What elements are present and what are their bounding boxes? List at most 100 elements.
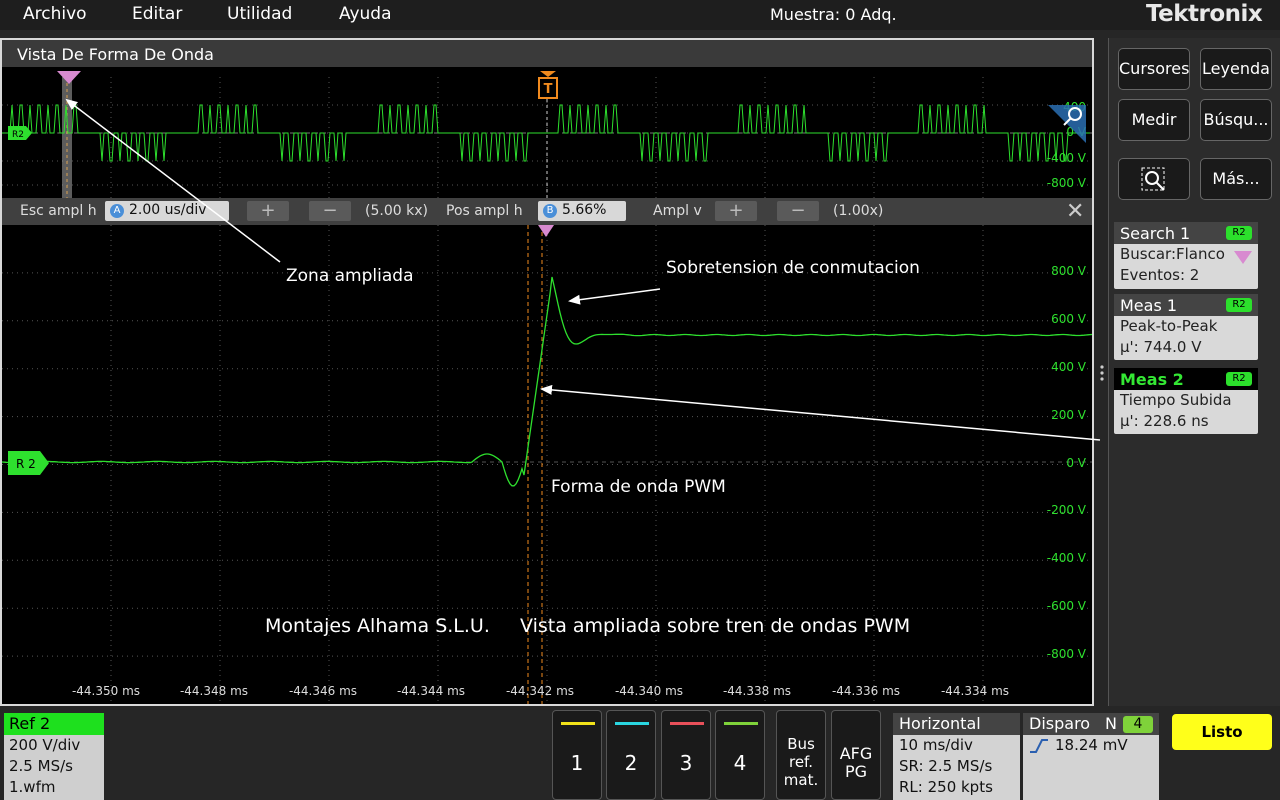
zoom-center-marker-icon: [538, 225, 554, 237]
zoomed-volt-label: 400 V: [1051, 360, 1087, 374]
channel-1-button[interactable]: 1: [552, 710, 602, 800]
meas2-type: Tiempo Subida: [1120, 391, 1232, 409]
channel-1-color: [561, 722, 595, 725]
disparo-mode: N: [1105, 714, 1117, 733]
zoomed-time-label: -44.348 ms: [180, 684, 248, 698]
ref2-marker-label: R 2: [16, 457, 36, 471]
zoomed-time-label: -44.342 ms: [506, 684, 574, 698]
zoomed-time-label: -44.350 ms: [72, 684, 140, 698]
oscilloscope-app: Archivo Editar Utilidad Ayuda Muestra: 0…: [0, 0, 1280, 800]
zoom-button[interactable]: [1118, 158, 1190, 200]
waveform-view: Vista De Forma De Onda T R2 -40 ms-30 ms…: [0, 38, 1094, 706]
channel-4-label: 4: [733, 751, 747, 775]
zoom-hscale-value[interactable]: A 2.00 us/div: [105, 201, 229, 221]
menu-editar[interactable]: Editar: [132, 4, 182, 24]
cursores-button[interactable]: Cursores: [1118, 48, 1190, 90]
zoom-hpos-label: Pos ampl h: [446, 203, 523, 219]
rising-edge-icon: [1030, 739, 1048, 753]
zoom-vampl-plus-button[interactable]: +: [715, 201, 757, 221]
zoomed-volt-label: 0 V: [1066, 456, 1086, 470]
acquisition-status: Muestra: 0 Adq.: [770, 5, 897, 24]
disparo-title: Disparo: [1029, 714, 1091, 733]
zoom-hscale-plus-button[interactable]: +: [247, 201, 289, 221]
channel-2-button[interactable]: 2: [606, 710, 656, 800]
bus-ref-math-button[interactable]: Bus ref. mat.: [776, 710, 826, 800]
trigger-marker-label: T: [544, 82, 553, 97]
waveform-view-titlebar: Vista De Forma De Onda: [2, 40, 1092, 67]
overview-volt-label: -800 V: [1047, 176, 1087, 190]
zoom-vampl-minus-button[interactable]: −: [777, 201, 819, 221]
meas1-badge[interactable]: Meas 1 R2 Peak-to-Peak μ': 744.0 V: [1114, 294, 1258, 360]
zoomed-volt-label: 200 V: [1051, 408, 1087, 422]
panel-grip-icon[interactable]: [1099, 364, 1105, 382]
zoom-box-icon: [1141, 167, 1165, 191]
ref2-badge[interactable]: Ref 2 200 V/div 2.5 MS/s 1.wfm: [4, 713, 104, 800]
zoom-vampl-factor: (1.00x): [833, 203, 884, 219]
channel-1-label: 1: [570, 751, 584, 775]
meas1-tag: R2: [1226, 298, 1252, 312]
meas2-badge[interactable]: Meas 2 R2 Tiempo Subida μ': 228.6 ns: [1114, 368, 1258, 434]
run-status-button[interactable]: Listo: [1172, 714, 1272, 750]
menu-utilidad[interactable]: Utilidad: [227, 4, 292, 24]
zoomed-volt-label: -800 V: [1047, 647, 1087, 661]
search1-events: Eventos: 2: [1120, 266, 1200, 284]
disparo-source: 4: [1123, 716, 1153, 733]
horizontal-title: Horizontal: [893, 713, 1020, 735]
mas-button[interactable]: Más...: [1200, 158, 1272, 200]
disparo-badge[interactable]: Disparo N 4 18.24 mV: [1023, 713, 1159, 800]
waveform-view-title: Vista De Forma De Onda: [17, 45, 214, 64]
search1-badge[interactable]: Search 1 R2 Buscar:Flanco Eventos: 2: [1114, 222, 1258, 289]
ref2-title: Ref 2: [4, 713, 104, 735]
zoomed-plot[interactable]: R 2 800 V 600 V 400 V 200 V 0 V -200 V -400 V -…: [1, 225, 1093, 704]
menu-archivo[interactable]: Archivo: [23, 4, 87, 24]
zoom-close-icon[interactable]: ✕: [1066, 199, 1084, 224]
zoomed-time-labels: -44.350 ms -44.348 ms -44.346 ms -44.344 ms…: [72, 684, 1009, 698]
ref2-file: 1.wfm: [9, 778, 56, 796]
zoom-control-bar: Esc ampl h A 2.00 us/div + − (5.00 kx) P…: [2, 198, 1092, 225]
zoomed-grid: [2, 225, 1092, 704]
busqueda-button[interactable]: Búsqu...: [1200, 99, 1272, 141]
medir-button[interactable]: Medir: [1118, 99, 1190, 141]
menu-bar: Archivo Editar Utilidad Ayuda Muestra: 0…: [0, 0, 1280, 30]
leyenda-button[interactable]: Leyenda: [1200, 48, 1272, 90]
meas1-type: Peak-to-Peak: [1120, 317, 1218, 335]
trigger-marker-top-icon: [540, 71, 556, 77]
meas1-value: μ': 744.0 V: [1120, 338, 1202, 356]
afg-pg-button[interactable]: AFG PG: [831, 710, 881, 800]
disparo-level: 18.24 mV: [1055, 736, 1128, 754]
overview-volt-label: -400 V: [1047, 151, 1087, 165]
zoomed-volt-label: -200 V: [1047, 503, 1087, 517]
channel-4-button[interactable]: 4: [715, 710, 765, 800]
zoom-hscale-text: 2.00 us/div: [129, 202, 207, 218]
horizontal-badge[interactable]: Horizontal 10 ms/div SR: 2.5 MS/s RL: 25…: [893, 713, 1020, 800]
meas2-tag: R2: [1226, 372, 1252, 386]
zoomed-time-label: -44.334 ms: [941, 684, 1009, 698]
horizontal-recordlength: RL: 250 kpts: [899, 778, 993, 796]
bottom-bar: Ref 2 200 V/div 2.5 MS/s 1.wfm 1 2 3 4 B…: [0, 706, 1280, 800]
zoomed-time-label: -44.340 ms: [615, 684, 683, 698]
ref2-samplerate: 2.5 MS/s: [9, 757, 73, 775]
zoom-vampl-label: Ampl v: [653, 203, 702, 219]
zoomed-waveform: [1, 276, 1093, 487]
zoomed-volt-label: 600 V: [1051, 312, 1087, 326]
disparo-header: Disparo N 4: [1023, 713, 1159, 735]
meas2-value: μ': 228.6 ns: [1120, 412, 1209, 430]
channel-3-button[interactable]: 3: [661, 710, 711, 800]
zoom-hpos-value[interactable]: B 5.66%: [538, 201, 626, 221]
horizontal-samplerate: SR: 2.5 MS/s: [899, 757, 993, 775]
overview-plot[interactable]: T R2 -40 ms-30 ms-20 ms-10 ms0 s10 ms20 …: [2, 67, 1092, 222]
zoomed-plot-svg: R 2 800 V 600 V 400 V 200 V 0 V -200 V -400 V -…: [1, 225, 1093, 704]
zoomed-time-label: -44.344 ms: [397, 684, 465, 698]
channel-3-color: [670, 722, 704, 725]
menu-ayuda[interactable]: Ayuda: [339, 4, 392, 24]
zoomed-volt-label: -600 V: [1047, 599, 1087, 613]
ref2-vdiv: 200 V/div: [9, 736, 81, 754]
channel-2-color: [615, 722, 649, 725]
zoom-hscale-minus-button[interactable]: −: [309, 201, 351, 221]
right-panel: Cursores Leyenda Medir Búsqu... Más... S…: [1100, 38, 1280, 706]
channel-4-color: [724, 722, 758, 725]
search-falling-edge-icon: [1234, 251, 1252, 264]
zoom-marker-icon[interactable]: [57, 71, 81, 84]
channel-3-label: 3: [679, 751, 693, 775]
disparo-level-row: 18.24 mV: [1023, 735, 1159, 756]
